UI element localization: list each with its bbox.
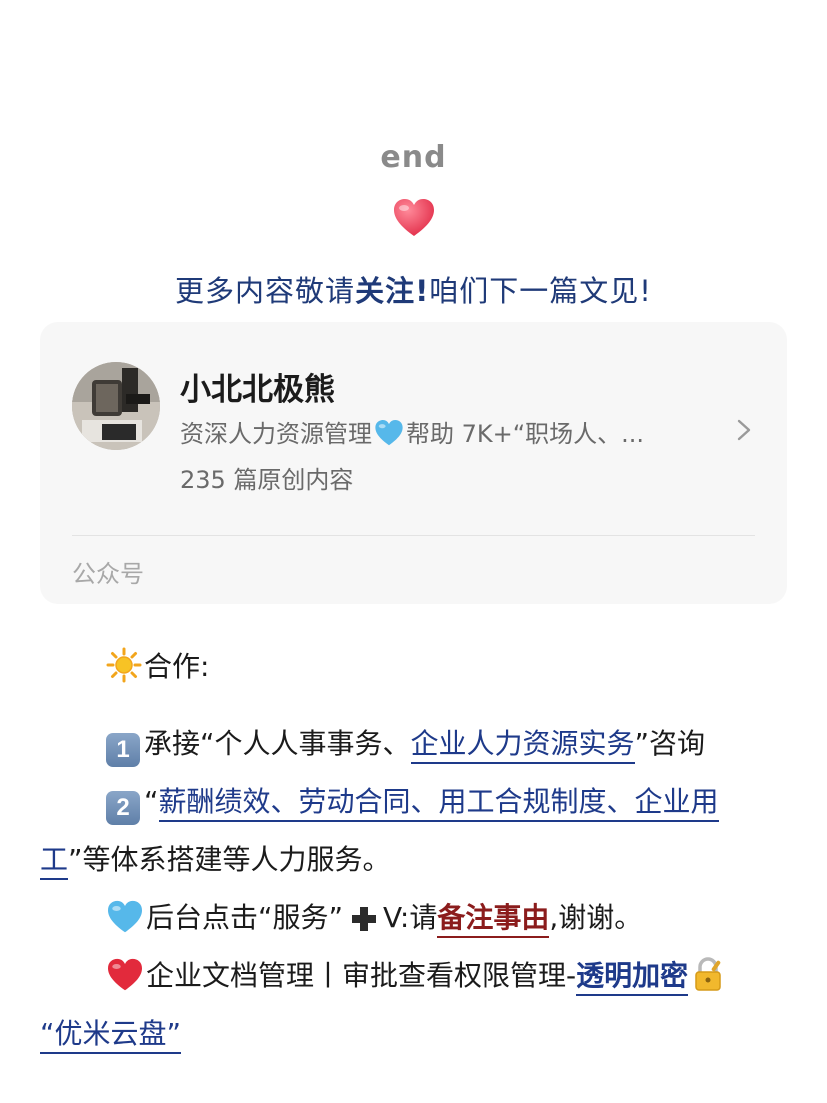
article-count: 235 篇原创内容	[180, 466, 354, 494]
plus-icon	[352, 907, 377, 931]
card-divider	[72, 535, 755, 536]
youmi-cloud-link[interactable]: “优米云盘”	[40, 1017, 182, 1054]
end-label: end	[380, 140, 447, 175]
red-heart-icon	[108, 958, 142, 991]
lock-key-icon	[695, 957, 721, 991]
account-description-pre: 资深人力资源管理	[180, 420, 372, 448]
keycap-1-icon: 1	[106, 733, 140, 767]
service-line: 后台点击“服务” V:请备注事由,谢谢。	[106, 896, 643, 938]
account-card[interactable]: 小北北极熊 资深人力资源管理 帮助 7K+“职场人、... 235 篇原创内容 公…	[40, 322, 787, 604]
blue-heart-icon	[375, 420, 403, 446]
item-2-line-continued: 工”等体系搭建等人力服务。	[40, 838, 391, 880]
follow-prefix: 更多内容敬请	[175, 274, 356, 308]
account-name: 小北北极熊	[180, 372, 335, 408]
remark-note: 备注事由	[437, 901, 550, 938]
service-mid: V:请	[383, 901, 438, 934]
item-1-line: 1 承接“个人人事事务、企业人力资源实务”咨询	[106, 722, 705, 767]
avatar[interactable]	[72, 362, 160, 450]
doc-pre: 企业文档管理丨审批查看权限管理-	[146, 959, 577, 992]
item-1-pre: 承接“个人人事事务、	[144, 727, 411, 760]
account-description: 资深人力资源管理 帮助 7K+“职场人、...	[180, 414, 700, 449]
chevron-right-icon[interactable]	[734, 418, 754, 442]
follow-suffix: 咱们下一篇文见!	[429, 274, 652, 308]
transparent-encryption-link[interactable]: 透明加密	[576, 959, 689, 996]
item-2-line: 2 “薪酬绩效、劳动合同、用工合规制度、企业用	[106, 780, 719, 825]
service-pre: 后台点击“服务”	[146, 901, 344, 934]
item-2-open-quote: “	[144, 785, 159, 818]
cooperation-title-line: 合作:	[106, 645, 209, 685]
follow-bold: 关注!	[355, 274, 430, 308]
account-description-post: 帮助 7K+“职场人、...	[406, 420, 645, 448]
follow-message: 更多内容敬请关注!咱们下一篇文见!	[0, 268, 827, 310]
hr-services-link-part2[interactable]: 工	[40, 843, 69, 880]
heart-icon	[393, 199, 434, 236]
hr-practice-link[interactable]: 企业人力资源实务	[410, 727, 635, 764]
keycap-2-icon: 2	[106, 791, 140, 825]
service-post: ,谢谢。	[549, 901, 643, 934]
doc-line: 企业文档管理丨审批查看权限管理-透明加密	[106, 954, 728, 996]
item-1-post: ”咨询	[634, 727, 706, 760]
blue-heart-icon	[108, 900, 142, 933]
item-2-post: ”等体系搭建等人力服务。	[68, 843, 391, 876]
cooperation-title: 合作:	[144, 650, 210, 683]
heart-divider	[0, 198, 827, 242]
hr-services-link-part1[interactable]: 薪酬绩效、劳动合同、用工合规制度、企业用	[158, 785, 719, 822]
sun-icon	[106, 647, 142, 683]
product-line: “优米云盘”	[40, 1012, 182, 1054]
avatar-image	[72, 362, 160, 450]
account-type: 公众号	[72, 560, 144, 588]
